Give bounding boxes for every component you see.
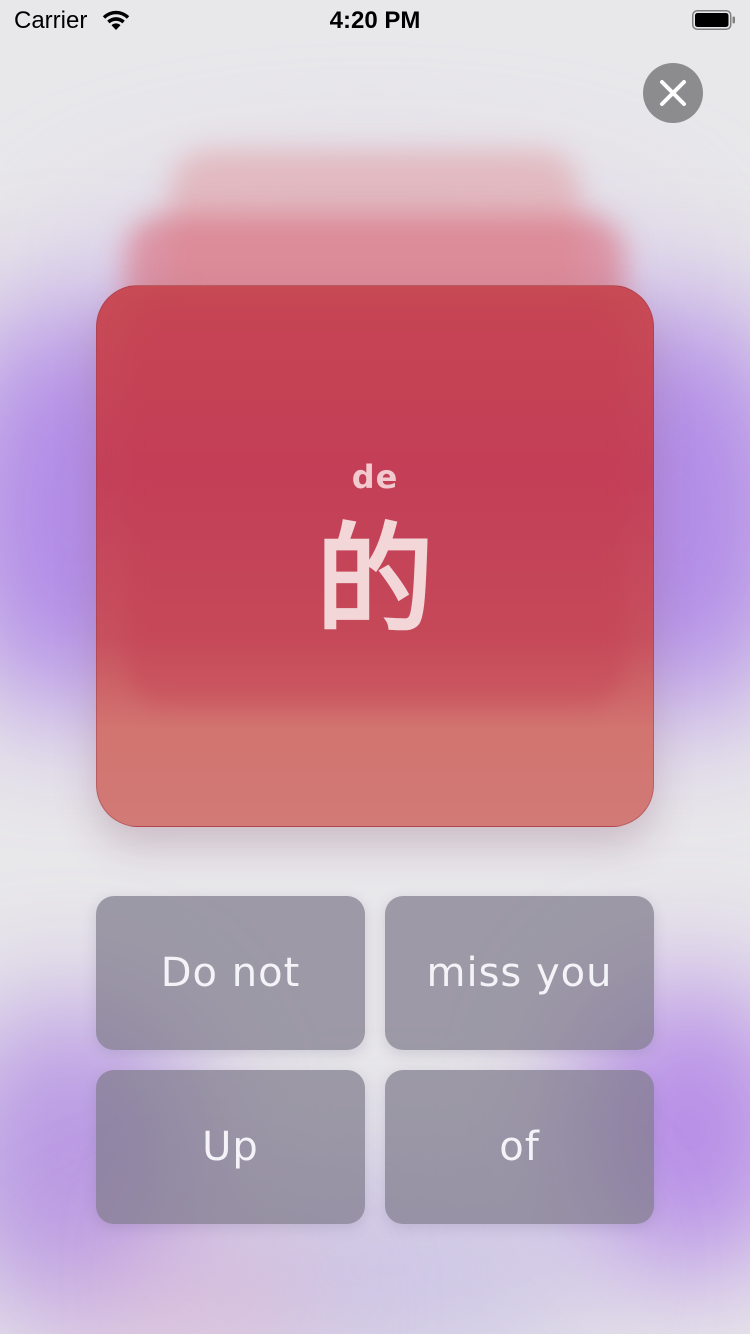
clock: 4:20 PM: [329, 7, 421, 34]
hanzi-character: 的: [315, 511, 434, 649]
close-icon: [660, 80, 686, 106]
answer-button-do-not[interactable]: Do not: [96, 896, 365, 1050]
answer-button-miss-you[interactable]: miss you: [385, 896, 654, 1050]
close-button[interactable]: [643, 63, 703, 123]
pinyin-label: de: [351, 458, 399, 496]
answer-button-of[interactable]: of: [385, 1070, 654, 1224]
status-bar: Carrier 4:20 PM: [0, 0, 750, 40]
battery-icon: [692, 10, 736, 30]
answer-button-up[interactable]: Up: [96, 1070, 365, 1224]
